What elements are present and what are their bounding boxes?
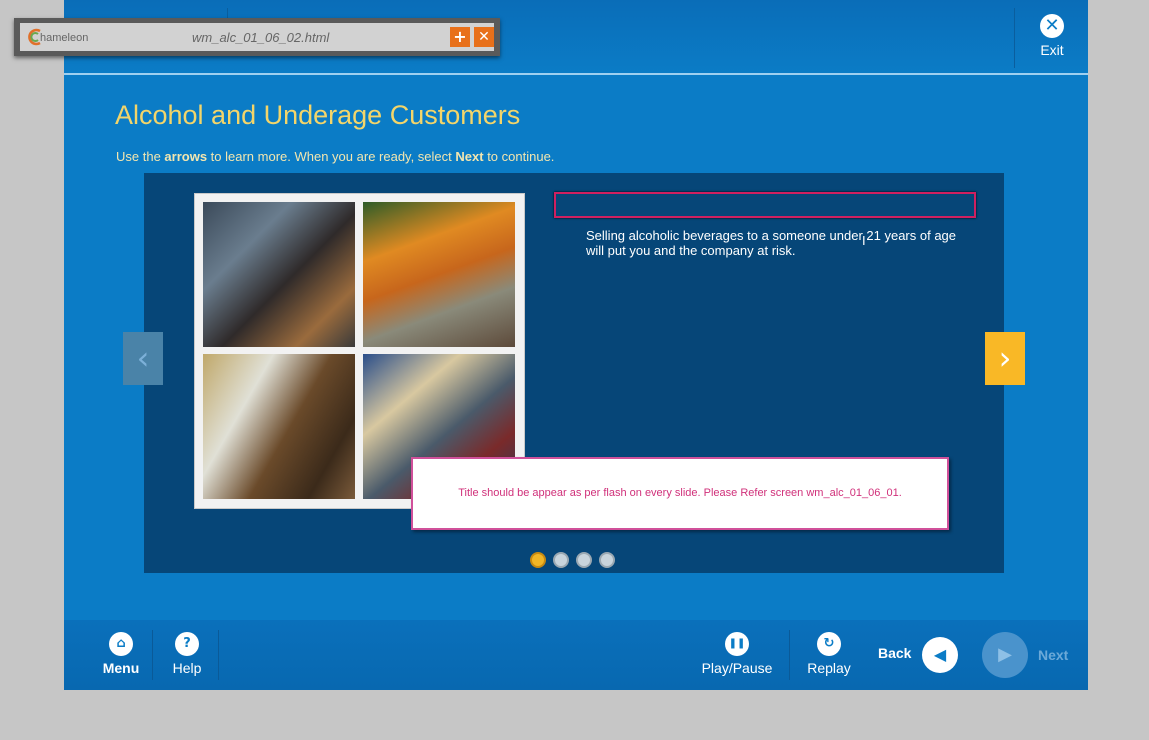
slide-title-placeholder <box>554 192 976 218</box>
review-tool-bar: hameleon wm_alc_01_06_02.html + ✕ <box>20 23 494 51</box>
review-tool-brand: hameleon <box>40 32 89 44</box>
review-note: Title should be appear as per flash on e… <box>411 457 949 530</box>
bottom-separator <box>218 630 219 680</box>
chevron-right-icon: › <box>998 339 1012 377</box>
photo-wine-aisle <box>203 354 355 499</box>
pause-icon: ❚❚ <box>725 632 749 656</box>
next-label: Next <box>1038 647 1069 663</box>
pagination-dot-2[interactable] <box>553 552 569 568</box>
text-cursor-icon: I <box>862 233 866 248</box>
slide-pagination <box>530 552 622 568</box>
instructions-next: Next <box>455 149 484 164</box>
chevron-left-icon: ‹ <box>136 339 150 377</box>
close-tool-button[interactable]: ✕ <box>474 27 494 47</box>
home-icon: ⌂ <box>109 632 133 656</box>
play-pause-button[interactable]: ❚❚ Play/Pause <box>700 632 774 676</box>
close-circle-icon: ✕ <box>1040 14 1064 38</box>
help-label: Help <box>172 660 202 676</box>
exit-button[interactable]: ✕ Exit <box>1024 14 1080 66</box>
next-arrow-icon: ▶ <box>982 632 1028 678</box>
photo-checkout-clerk <box>203 202 355 347</box>
next-arrow-button[interactable]: › <box>985 332 1025 385</box>
pagination-dot-1[interactable] <box>530 552 546 568</box>
add-note-button[interactable]: + <box>450 27 470 47</box>
instructions-arrows: arrows <box>164 149 208 164</box>
bottom-separator <box>152 630 153 680</box>
page-title: Alcohol and Underage Customers <box>115 100 521 130</box>
review-tool-filename: wm_alc_01_06_02.html <box>192 30 330 45</box>
course-stage: ✕ Exit Alcohol and Underage Customers Us… <box>64 0 1088 690</box>
bottom-separator <box>789 630 790 680</box>
bottom-bar: ⌂ Menu ? Help ❚❚ Play/Pause ↻ Replay Bac… <box>64 620 1088 690</box>
play-pause-label: Play/Pause <box>701 660 773 676</box>
instructions-text: to continue. <box>483 149 555 164</box>
exit-separator <box>1014 8 1015 68</box>
help-icon: ? <box>175 632 199 656</box>
instructions: Use the arrows to learn more. When you a… <box>116 149 554 164</box>
help-button[interactable]: ? Help <box>162 632 212 676</box>
slide-body-text: Selling alcoholic beverages to a someone… <box>586 228 957 258</box>
pagination-dot-3[interactable] <box>576 552 592 568</box>
exit-label: Exit <box>1040 42 1064 58</box>
pagination-dot-4[interactable] <box>599 552 615 568</box>
menu-button[interactable]: ⌂ Menu <box>90 632 152 676</box>
replay-icon: ↻ <box>817 632 841 656</box>
slide-panel: Selling alcoholic beverages to a someone… <box>144 173 1004 573</box>
replay-label: Replay <box>807 660 851 676</box>
next-button[interactable]: ▶ Next <box>982 620 1082 690</box>
review-tool-window: hameleon wm_alc_01_06_02.html + ✕ <box>14 18 500 56</box>
back-label: Back <box>878 645 912 661</box>
replay-button[interactable]: ↻ Replay <box>802 632 856 676</box>
photo-produce-aisle <box>363 202 515 347</box>
back-button[interactable]: Back ◀ <box>876 620 960 690</box>
instructions-text: Use the <box>116 149 165 164</box>
prev-arrow-button[interactable]: ‹ <box>123 332 163 385</box>
menu-label: Menu <box>102 660 140 676</box>
review-note-text: Title should be appear as per flash on e… <box>458 487 902 499</box>
back-arrow-icon: ◀ <box>922 637 958 673</box>
instructions-text: to learn more. When you are ready, selec… <box>207 149 456 164</box>
